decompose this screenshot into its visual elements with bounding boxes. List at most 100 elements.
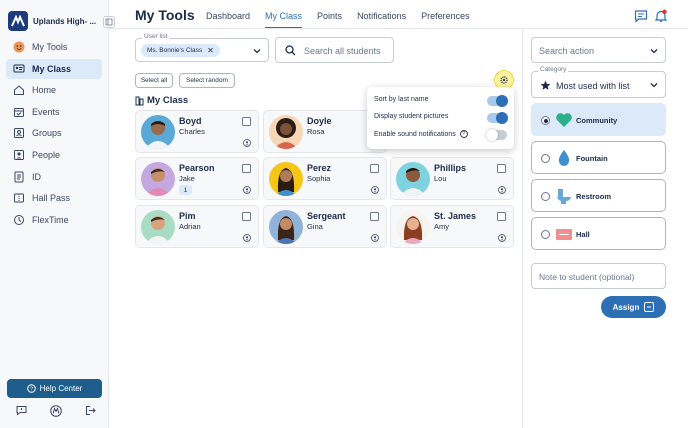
note-placeholder: Note to student (optional) [539, 272, 635, 282]
sidebar-item-events[interactable]: Events [6, 102, 102, 122]
tab-dashboard[interactable]: Dashboard [206, 11, 250, 29]
sort-by-last-name-toggle[interactable] [487, 95, 508, 107]
school-switcher[interactable]: Uplands High- ... [8, 8, 108, 34]
collapse-sidebar-button[interactable] [103, 16, 115, 28]
student-checkbox[interactable] [242, 164, 251, 173]
pass-label: Restroom [576, 192, 612, 201]
student-profile-icon[interactable] [498, 234, 506, 242]
student-checkbox[interactable] [497, 212, 506, 221]
student-profile-icon[interactable] [243, 139, 251, 147]
student-profile-icon[interactable] [371, 186, 379, 194]
tab-my-class[interactable]: My Class [265, 11, 303, 29]
pass-label: Community [576, 116, 618, 125]
sidebar-item-label: FlexTime [32, 214, 69, 225]
class-chip[interactable]: Ms. Bonnie's Class ✕ [141, 44, 220, 57]
student-last-name: St. James [434, 211, 477, 221]
assign-button[interactable]: Assign [601, 296, 666, 318]
display-pictures-toggle[interactable] [487, 112, 508, 124]
pass-option-fountain[interactable]: Fountain [531, 141, 666, 174]
app-logo-icon[interactable] [50, 405, 62, 417]
student-last-name: Perez [307, 163, 332, 173]
student-card-boyd[interactable]: Boyd Charles [135, 110, 259, 153]
sidebar-item-label: ID [32, 171, 41, 182]
sidebar-item-groups[interactable]: Groups [6, 123, 102, 143]
student-photo [269, 210, 303, 244]
student-photo [269, 115, 303, 149]
pass-option-community[interactable]: Community [531, 103, 666, 136]
student-last-name: Phillips [434, 163, 467, 173]
sidebar-item-flextime[interactable]: FlexTime [6, 210, 102, 230]
student-first-name: Charles [179, 127, 205, 136]
sidebar-item-my-tools[interactable]: My Tools [6, 37, 102, 57]
student-checkbox[interactable] [242, 212, 251, 221]
bell-icon[interactable] [654, 9, 668, 23]
chip-remove-icon[interactable]: ✕ [207, 46, 214, 55]
category-select[interactable]: Category Most used with list [531, 66, 666, 98]
help-center-button[interactable]: ? Help Center [7, 379, 102, 398]
school-logo-icon [8, 11, 28, 31]
user-list-select[interactable]: User list Ms. Bonnie's Class ✕ [135, 33, 269, 62]
select-random-button[interactable]: Select random [179, 73, 235, 88]
student-checkbox[interactable] [497, 164, 506, 173]
school-name: Uplands High- ... [33, 16, 97, 26]
student-card-pearson[interactable]: Pearson Jake 1 [135, 157, 259, 200]
pass-radio[interactable] [541, 154, 550, 163]
sidebar-item-hall-pass[interactable]: Hall Pass [6, 188, 102, 208]
section-title: My Class [135, 95, 188, 106]
student-first-name: Jake [179, 174, 195, 183]
assign-label: Assign [612, 302, 640, 312]
pass-option-restroom[interactable]: Restroom [531, 179, 666, 212]
sidebar: Uplands High- ... My Tools My Class Home… [0, 0, 115, 428]
sidebar-item-id[interactable]: ID [6, 167, 102, 187]
note-to-student-input[interactable]: Note to student (optional) [531, 263, 666, 289]
student-first-name: Amy [434, 222, 449, 231]
student-card-st-james[interactable]: St. James Amy [390, 205, 514, 248]
sort-by-last-name-row: Sort by last name [374, 96, 428, 103]
pass-option-hall[interactable]: Hall [531, 217, 666, 250]
tab-preferences[interactable]: Preferences [421, 11, 470, 29]
action-search-input[interactable]: Search action [531, 37, 666, 63]
class-icon [13, 63, 25, 75]
pass-radio[interactable] [541, 192, 550, 201]
student-profile-icon[interactable] [243, 186, 251, 194]
student-profile-icon[interactable] [498, 186, 506, 194]
student-card-pim[interactable]: Pim Adrian [135, 205, 259, 248]
student-count-badge: 1 [179, 185, 192, 195]
student-search-input[interactable]: Search all students [275, 37, 394, 63]
water-drop-icon [558, 150, 570, 166]
student-card-perez[interactable]: Perez Sophia [263, 157, 387, 200]
pass-radio[interactable] [541, 116, 550, 125]
pass-radio[interactable] [541, 230, 550, 239]
help-question-icon[interactable]: ? [459, 130, 468, 138]
student-checkbox[interactable] [242, 117, 251, 126]
sort-by-last-name-label: Sort by last name [374, 96, 429, 103]
sidebar-item-home[interactable]: Home [6, 80, 102, 100]
groups-icon [13, 127, 25, 139]
tab-points[interactable]: Points [317, 11, 342, 29]
student-checkbox[interactable] [370, 212, 379, 221]
student-last-name: Pearson [179, 163, 215, 173]
select-all-button[interactable]: Select all [135, 73, 173, 88]
sidebar-item-label: My Class [32, 63, 72, 74]
logout-icon[interactable] [85, 405, 96, 416]
sound-notifications-toggle[interactable] [486, 129, 507, 141]
student-photo [396, 162, 430, 196]
feedback-icon[interactable] [16, 405, 27, 416]
sidebar-footer [16, 405, 96, 417]
messages-icon[interactable] [634, 9, 648, 23]
student-profile-icon[interactable] [243, 234, 251, 242]
calendar-icon [13, 106, 25, 118]
student-profile-icon[interactable] [371, 234, 379, 242]
student-photo [141, 162, 175, 196]
sidebar-item-people[interactable]: People [6, 145, 102, 165]
student-card-phillips[interactable]: Phillips Lou [390, 157, 514, 200]
display-pictures-row: Display student pictures [374, 113, 448, 120]
student-checkbox[interactable] [370, 164, 379, 173]
student-card-sergeant[interactable]: Sergeant Gina [263, 205, 387, 248]
tab-notifications[interactable]: Notifications [357, 11, 406, 29]
student-last-name: Pim [179, 211, 196, 221]
header-divider [109, 28, 688, 29]
sidebar-item-my-class[interactable]: My Class [6, 58, 102, 79]
assign-icon [644, 302, 655, 312]
search-placeholder: Search all students [304, 46, 381, 56]
